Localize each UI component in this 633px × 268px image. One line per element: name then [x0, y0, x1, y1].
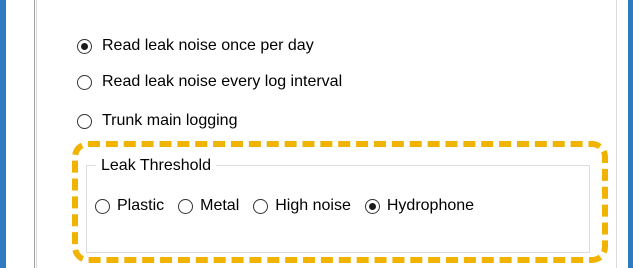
threshold-label: Metal	[200, 197, 240, 214]
leak-threshold-title: Leak Threshold	[96, 157, 216, 175]
group-border-right	[616, 0, 617, 268]
radio-button[interactable]	[95, 198, 110, 214]
radio-button[interactable]	[178, 198, 194, 214]
threshold-high-noise[interactable]: High noise	[253, 197, 351, 215]
option-label: Trunk main logging	[102, 112, 238, 129]
radio-button[interactable]	[77, 113, 92, 129]
panel-divider	[34, 0, 35, 268]
threshold-label: Plastic	[117, 197, 165, 214]
option-every-log-interval[interactable]: Read leak noise every log interval	[77, 73, 342, 91]
radio-button[interactable]	[77, 74, 92, 90]
threshold-label: High noise	[275, 197, 351, 214]
threshold-metal[interactable]: Metal	[178, 197, 239, 215]
option-once-per-day[interactable]: Read leak noise once per day	[77, 37, 314, 55]
radio-button-checked[interactable]	[77, 38, 92, 54]
option-label: Read leak noise every log interval	[102, 73, 343, 90]
leak-threshold-options: Plastic Metal High noise Hydrophone	[95, 197, 488, 215]
threshold-plastic[interactable]: Plastic	[95, 197, 164, 215]
window-frame-right	[628, 0, 633, 268]
option-trunk-main-logging[interactable]: Trunk main logging	[77, 112, 237, 130]
threshold-hydrophone[interactable]: Hydrophone	[364, 197, 475, 215]
radio-button-checked[interactable]	[364, 198, 380, 214]
panel-divider-shadow	[36, 0, 37, 268]
threshold-label: Hydrophone	[386, 197, 475, 214]
radio-button[interactable]	[253, 198, 269, 214]
option-label: Read leak noise once per day	[102, 37, 314, 54]
